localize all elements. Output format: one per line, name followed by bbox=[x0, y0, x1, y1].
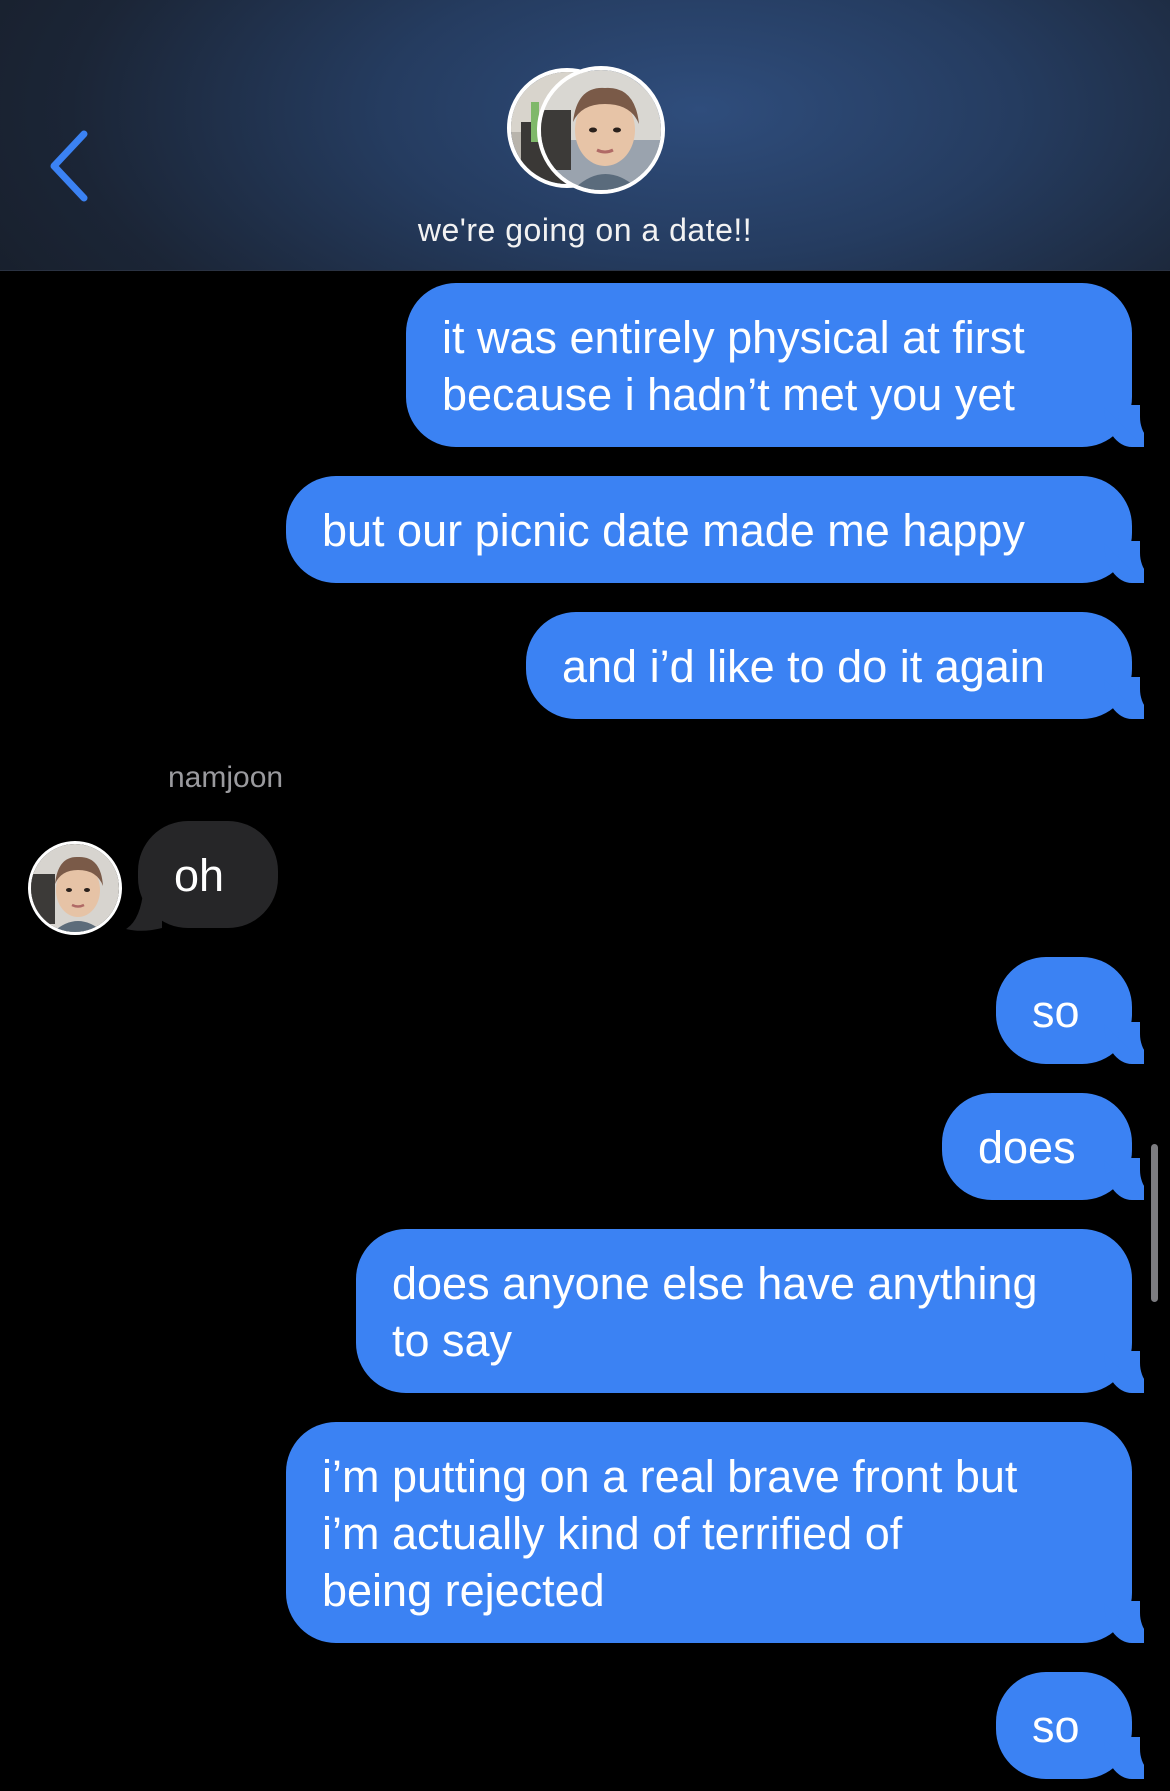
message-text-line: because i hadn’t met you yet bbox=[442, 369, 1015, 420]
outgoing-message-bubble[interactable]: so bbox=[996, 957, 1144, 1064]
message-text-line: i’m putting on a real brave front but bbox=[322, 1451, 1018, 1502]
message-list[interactable]: it was entirely physical at first becaus… bbox=[0, 271, 1170, 1791]
participant-avatar-front bbox=[537, 66, 665, 194]
scrollbar[interactable] bbox=[1151, 1144, 1158, 1302]
message-text-line: oh bbox=[174, 850, 225, 901]
message-text-line: and i’d like to do it again bbox=[562, 641, 1045, 692]
conversation-header: we're going on a date!! bbox=[0, 0, 1170, 271]
outgoing-message-bubble[interactable]: does anyone else have anything to say bbox=[356, 1229, 1144, 1393]
message-text-line: does anyone else have anything bbox=[392, 1258, 1038, 1309]
back-button[interactable] bbox=[44, 128, 104, 204]
sender-name: namjoon bbox=[168, 761, 284, 794]
message-text-line: to say bbox=[392, 1315, 513, 1366]
message-text-line: it was entirely physical at first bbox=[442, 312, 1025, 363]
outgoing-message-bubble[interactable]: does bbox=[942, 1093, 1144, 1200]
message-text-line: but our picnic date made me happy bbox=[322, 505, 1025, 556]
incoming-bubble-tail bbox=[126, 883, 162, 931]
message-text-line: so bbox=[1032, 1701, 1080, 1752]
outgoing-message-bubble[interactable]: it was entirely physical at first becaus… bbox=[406, 283, 1144, 447]
conversation-title[interactable]: we're going on a date!! bbox=[0, 212, 1170, 249]
message-text-line: does bbox=[978, 1122, 1076, 1173]
message-text-line: being rejected bbox=[322, 1565, 605, 1616]
chevron-left-icon bbox=[50, 130, 88, 202]
group-avatar[interactable] bbox=[507, 66, 665, 194]
outgoing-message-bubble[interactable]: so bbox=[996, 1672, 1144, 1779]
sender-avatar[interactable] bbox=[28, 841, 122, 935]
outgoing-message-bubble[interactable]: but our picnic date made me happy bbox=[286, 476, 1144, 583]
outgoing-message-bubble[interactable]: and i’d like to do it again bbox=[526, 612, 1144, 719]
message-text-line: so bbox=[1032, 986, 1080, 1037]
message-text-line: i’m actually kind of terrified of bbox=[322, 1508, 903, 1559]
outgoing-message-bubble[interactable]: i’m putting on a real brave front but i’… bbox=[286, 1422, 1144, 1643]
